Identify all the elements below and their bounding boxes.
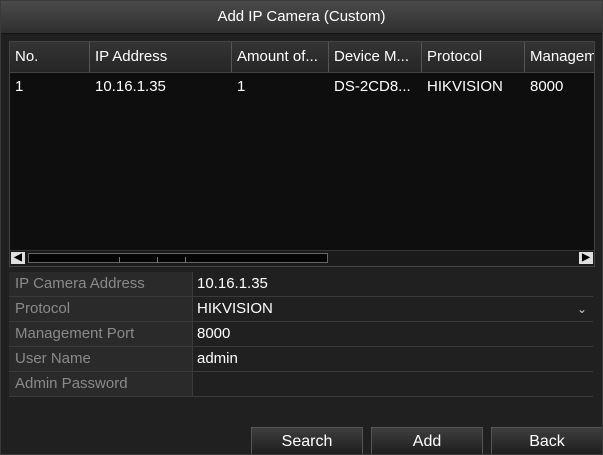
cell-amount: 1	[237, 78, 246, 95]
management-port-row: Management Port 8000	[9, 322, 593, 347]
scrollbar-thumb[interactable]	[28, 253, 328, 263]
column-header-device-model[interactable]: Device M...	[329, 42, 422, 72]
add-ip-camera-dialog: Add IP Camera (Custom) No. IP Address Am…	[0, 0, 603, 455]
ip-address-input[interactable]: 10.16.1.35	[194, 272, 593, 296]
back-button[interactable]: Back	[491, 427, 602, 454]
user-name-input[interactable]: admin	[194, 347, 593, 371]
column-header-no[interactable]: No.	[10, 42, 90, 72]
cell-ip-address: 10.16.1.35	[95, 78, 166, 95]
cell-protocol: HIKVISION	[427, 78, 503, 95]
protocol-select-value: HIKVISION	[197, 300, 273, 317]
column-header-management-port[interactable]: Managem	[525, 42, 594, 72]
column-header-amount[interactable]: Amount of...	[232, 42, 329, 72]
chevron-left-icon[interactable]: ◀	[11, 252, 25, 264]
protocol-row: Protocol HIKVISION ⌄	[9, 297, 593, 322]
dialog-title: Add IP Camera (Custom)	[1, 1, 602, 34]
camera-table: No. IP Address Amount of... Device M... …	[9, 41, 595, 267]
table-header: No. IP Address Amount of... Device M... …	[10, 42, 594, 73]
table-row[interactable]: 1 10.16.1.35 1 DS-2CD8... HIKVISION 8000	[10, 74, 594, 100]
ip-address-label: IP Camera Address	[9, 272, 193, 296]
user-name-label: User Name	[9, 347, 193, 371]
search-button[interactable]: Search	[251, 427, 363, 454]
add-button[interactable]: Add	[371, 427, 483, 454]
protocol-label: Protocol	[9, 297, 193, 321]
ip-address-row: IP Camera Address 10.16.1.35	[9, 272, 593, 297]
admin-password-row: Admin Password	[9, 372, 593, 397]
cell-no: 1	[15, 78, 24, 95]
admin-password-label: Admin Password	[9, 372, 193, 396]
chevron-down-icon[interactable]: ⌄	[577, 297, 587, 321]
admin-password-input[interactable]	[194, 372, 593, 396]
management-port-input[interactable]: 8000	[194, 322, 593, 346]
user-name-row: User Name admin	[9, 347, 593, 372]
horizontal-scrollbar[interactable]: ◀ ▶	[10, 250, 594, 266]
cell-device-model: DS-2CD8...	[334, 78, 411, 95]
protocol-select[interactable]: HIKVISION ⌄	[194, 297, 593, 321]
chevron-right-icon[interactable]: ▶	[579, 252, 593, 264]
camera-form: IP Camera Address 10.16.1.35 Protocol HI…	[9, 272, 593, 397]
cell-management-port: 8000	[530, 78, 564, 95]
column-header-protocol[interactable]: Protocol	[422, 42, 525, 72]
management-port-label: Management Port	[9, 322, 193, 346]
column-header-ip-address[interactable]: IP Address	[90, 42, 232, 72]
